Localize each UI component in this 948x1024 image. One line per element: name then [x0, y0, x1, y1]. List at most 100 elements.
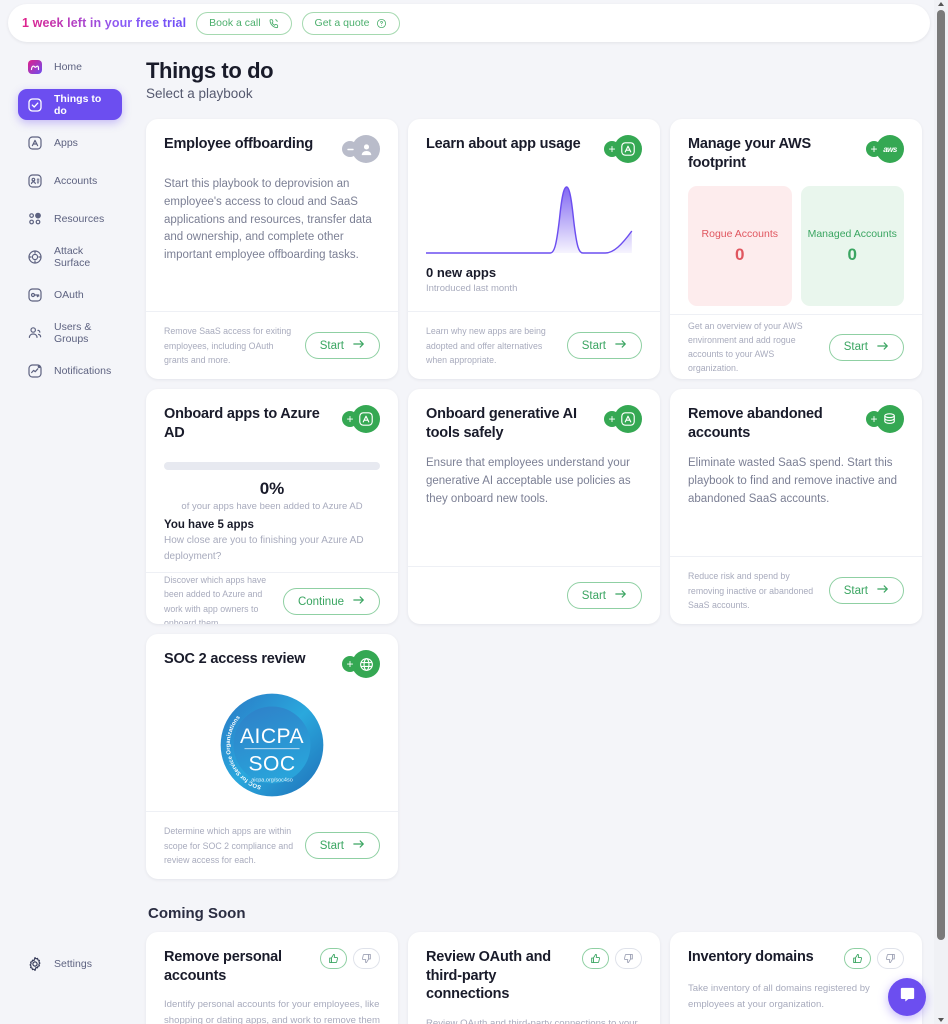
start-button-label: Start — [581, 339, 606, 352]
playbook-card-soc2-access-review[interactable]: SOC 2 access review + AICPA SOC aicpa.or… — [146, 634, 398, 879]
sidebar-item-attack-surface[interactable]: Attack Surface — [18, 241, 122, 272]
thumbs-down-icon[interactable] — [615, 948, 642, 969]
svg-text:AICPA: AICPA — [240, 725, 304, 748]
attack-surface-icon — [27, 249, 43, 265]
start-button[interactable]: Start — [828, 333, 904, 361]
vote-group — [844, 948, 904, 969]
main-content: Things to do Select a playbook Employee … — [136, 46, 936, 1024]
start-button-label: Start — [843, 341, 868, 354]
coming-soon-card-inventory-domains[interactable]: Inventory domains Take inventory of all … — [670, 932, 922, 1024]
playbook-card-manage-aws-footprint[interactable]: Manage your AWS footprint aws + Rogue Ac… — [670, 119, 922, 379]
sidebar-item-label: OAuth — [54, 288, 84, 301]
add-app-icon: + — [604, 405, 642, 433]
sidebar-item-settings[interactable]: Settings — [18, 948, 122, 979]
oauth-key-icon — [27, 287, 43, 303]
card-footer-text: Reduce risk and spend by removing inacti… — [688, 571, 814, 610]
continue-button[interactable]: Continue — [282, 588, 380, 616]
notifications-icon — [27, 363, 43, 379]
sidebar-item-label: Resources — [54, 212, 105, 225]
sidebar-item-resources[interactable]: Resources — [18, 203, 122, 234]
azure-progress-bar — [164, 462, 380, 471]
playbook-card-remove-abandoned-accounts[interactable]: Remove abandoned accounts + Eliminate wa… — [670, 389, 922, 624]
thumbs-up-icon[interactable] — [320, 948, 347, 969]
sidebar-item-users-groups[interactable]: Users & Groups — [18, 317, 122, 348]
card-description: Review OAuth and third-party connections… — [426, 1017, 638, 1024]
sidebar: Home Things to do Apps Accounts Resource… — [0, 46, 136, 1024]
playbook-card-learn-about-app-usage[interactable]: Learn about app usage + 0 new apps Intro… — [408, 119, 660, 379]
metric-sublabel: Introduced last month — [426, 283, 518, 294]
sidebar-item-oauth[interactable]: OAuth — [18, 279, 122, 310]
start-button[interactable]: Start — [566, 582, 642, 609]
scroll-down-arrow-icon[interactable] — [938, 1018, 944, 1022]
card-title: Employee offboarding — [164, 136, 314, 152]
sidebar-item-accounts[interactable]: Accounts — [18, 165, 122, 196]
add-app-icon: + — [604, 135, 642, 163]
sidebar-item-label: Attack Surface — [54, 244, 91, 269]
coming-soon-card-remove-personal-accounts[interactable]: Remove personal accounts Identify person… — [146, 932, 398, 1024]
book-a-call-button[interactable]: Book a call — [196, 11, 292, 35]
thumbs-down-icon[interactable] — [877, 948, 904, 969]
start-button[interactable]: Start — [566, 332, 642, 360]
stat-value: 0 — [847, 244, 857, 264]
stat-tile-managed-accounts: Managed Accounts 0 — [800, 186, 904, 307]
person-minus-icon — [342, 135, 380, 163]
get-a-quote-label: Get a quote — [314, 17, 370, 29]
continue-button-label: Continue — [297, 595, 344, 608]
card-title: Manage your AWS footprint — [688, 136, 811, 171]
playbook-card-onboard-apps-azure-ad[interactable]: Onboard apps to Azure AD + 0% of your ap… — [146, 389, 398, 624]
sidebar-item-notifications[interactable]: Notifications — [18, 355, 122, 386]
aicpa-soc-badge: AICPA SOC aicpa.org/soc4so SOC for Servi… — [164, 690, 380, 800]
page-title: Things to do — [146, 58, 274, 83]
sidebar-item-label: Apps — [54, 136, 78, 149]
card-title: Remove personal accounts — [164, 949, 282, 984]
playbook-card-employee-offboarding[interactable]: Employee offboarding Start this playbook… — [146, 119, 398, 379]
apps-icon — [27, 135, 43, 151]
start-button[interactable]: Start — [828, 577, 904, 605]
sidebar-item-home[interactable]: Home — [18, 51, 122, 82]
get-a-quote-button[interactable]: Get a quote — [301, 11, 401, 35]
progress-caption: of your apps have been added to Azure AD — [181, 501, 363, 513]
playbook-card-onboard-generative-ai[interactable]: Onboard generative AI tools safely + Ens… — [408, 389, 660, 624]
vote-group — [320, 948, 380, 969]
sidebar-item-apps[interactable]: Apps — [18, 127, 122, 158]
start-button[interactable]: Start — [304, 332, 380, 360]
card-title: Onboard generative AI tools safely — [426, 406, 577, 441]
page-scrollbar-thumb[interactable] — [937, 10, 945, 940]
card-title: Remove abandoned accounts — [688, 406, 823, 441]
app-usage-area-chart — [426, 179, 642, 257]
phone-icon — [268, 18, 279, 29]
sidebar-item-label: Things to do — [54, 92, 102, 117]
start-button-label: Start — [319, 339, 344, 352]
sidebar-item-things-to-do[interactable]: Things to do — [18, 89, 122, 120]
chat-bubble-icon — [898, 985, 917, 1009]
card-description: Identify personal accounts for your empl… — [164, 999, 380, 1024]
start-button[interactable]: Start — [304, 832, 380, 860]
trial-banner: 1 week left in your free trial Book a ca… — [8, 4, 930, 42]
card-title: Learn about app usage — [426, 136, 581, 152]
apps-count-text: How close are you to finishing your Azur… — [164, 535, 364, 562]
coming-soon-card-review-oauth[interactable]: Review OAuth and third-party connections… — [408, 932, 660, 1024]
accounts-icon — [27, 173, 43, 189]
thumbs-up-icon[interactable] — [844, 948, 871, 969]
thumbs-down-icon[interactable] — [353, 948, 380, 969]
gear-icon — [27, 956, 43, 972]
sidebar-item-label: Settings — [54, 957, 92, 970]
arrow-right-icon — [353, 339, 365, 352]
question-mark-icon — [376, 18, 387, 29]
svg-text:SOC: SOC — [248, 753, 295, 776]
add-app-icon: + — [342, 405, 380, 433]
thumbs-up-icon[interactable] — [582, 948, 609, 969]
apps-count-heading: You have 5 apps — [164, 519, 254, 532]
arrow-right-icon — [877, 584, 889, 597]
card-footer-text: Get an overview of your AWS environment … — [688, 320, 803, 374]
scroll-up-arrow-icon[interactable] — [938, 2, 944, 6]
start-button-label: Start — [843, 584, 868, 597]
card-title: SOC 2 access review — [164, 651, 306, 667]
arrow-right-icon — [615, 589, 627, 602]
sidebar-item-label: Notifications — [54, 364, 112, 377]
add-accounts-stack-icon: + — [866, 405, 904, 433]
coming-soon-heading: Coming Soon — [148, 905, 246, 922]
intercom-chat-button[interactable] — [888, 978, 926, 1016]
vote-group — [582, 948, 642, 969]
stat-tile-rogue-accounts: Rogue Accounts 0 — [688, 186, 792, 307]
